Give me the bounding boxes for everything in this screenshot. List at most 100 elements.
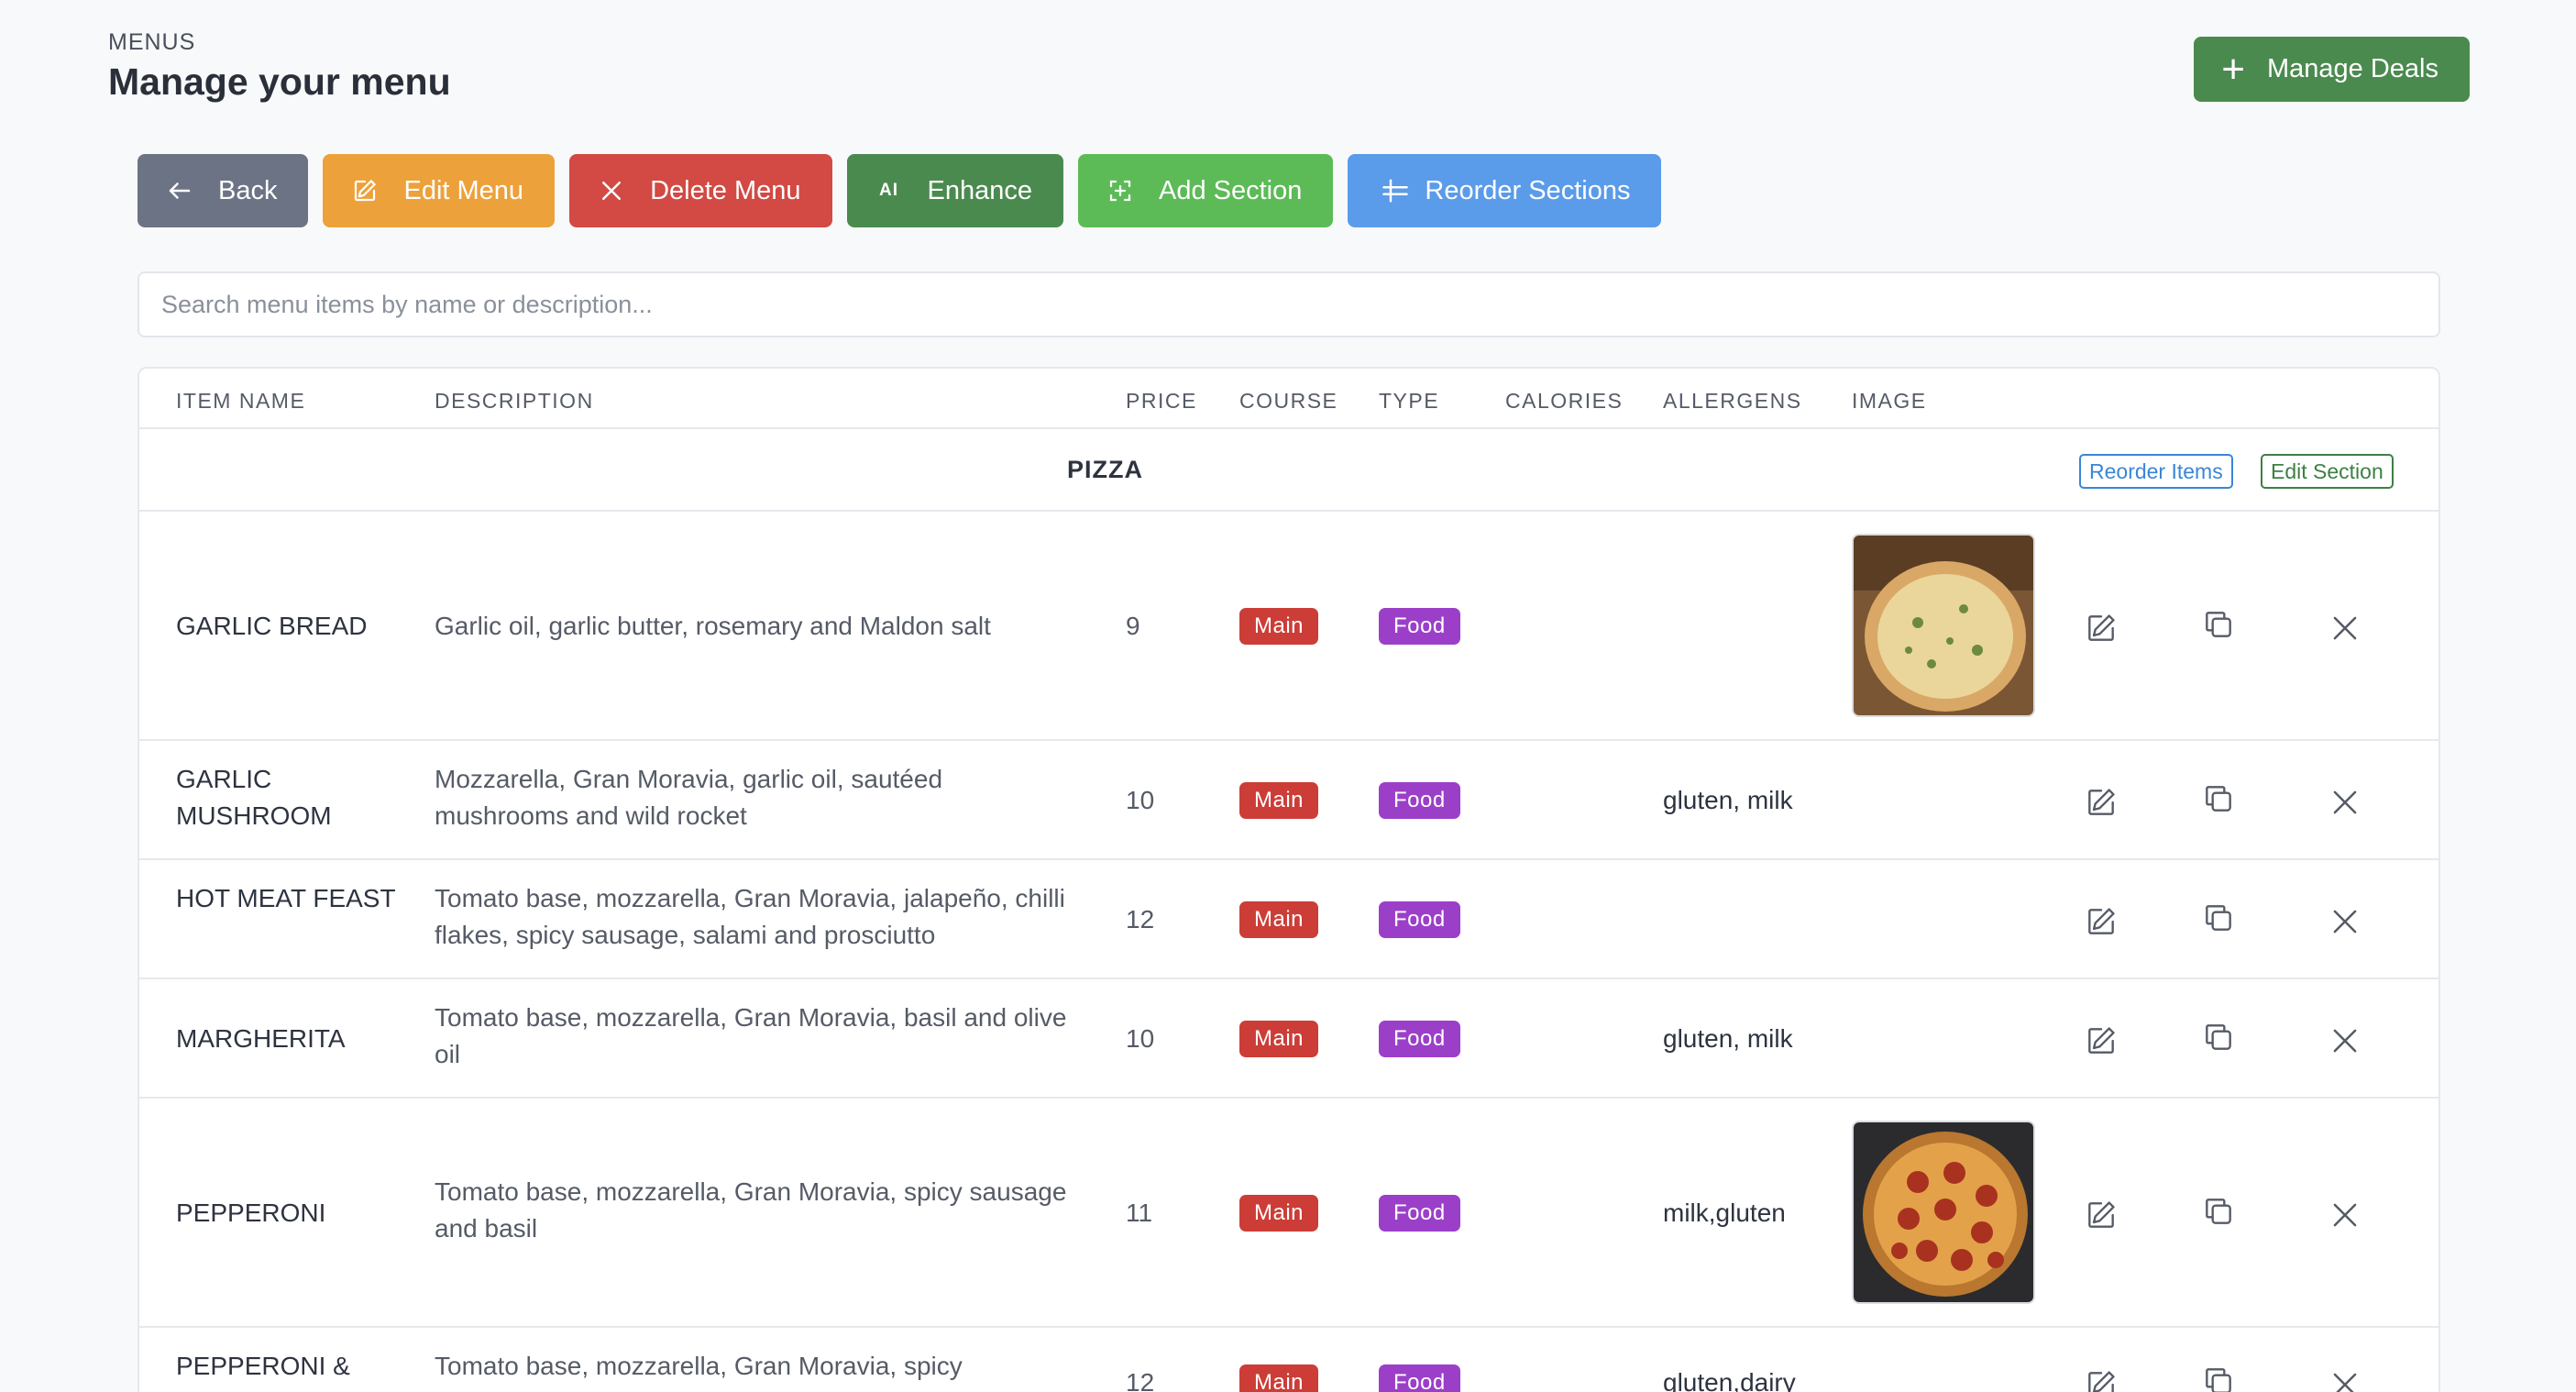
table-row[interactable]: HOT MEAT FEAST Tomato base, mozzarella, … [139,860,2438,979]
item-name: PEPPERONI & [176,1352,350,1380]
column-header-course: COURSE [1239,389,1338,413]
course-badge: Main [1239,1364,1319,1392]
section-header-row: PIZZA Reorder Items Edit Section [139,429,2438,512]
edit-section-button[interactable]: Edit Section [2261,454,2394,489]
duplicate-item-icon[interactable] [2200,780,2237,817]
plus-icon: + [2221,46,2245,92]
item-allergens: gluten, milk [1663,786,1793,814]
item-price: 9 [1126,612,1140,640]
course-badge: Main [1239,1021,1319,1057]
reorder-sections-button[interactable]: Reorder Sections [1348,154,1662,227]
item-description: Garlic oil, garlic butter, rosemary and … [435,612,991,640]
search-input[interactable] [138,271,2440,337]
item-description: Tomato base, mozzarella, Gran Moravia, s… [435,1177,1067,1243]
duplicate-item-icon[interactable] [2200,900,2237,936]
delete-menu-label: Delete Menu [650,175,801,205]
item-price: 12 [1126,1368,1155,1392]
column-header-description: DESCRIPTION [435,389,594,413]
add-section-icon [1106,176,1135,205]
enhance-button[interactable]: AI Enhance [846,154,1063,227]
delete-item-icon[interactable] [2327,784,2363,821]
item-description: Tomato base, mozzarella, Gran Moravia, j… [435,884,1065,949]
delete-menu-button[interactable]: Delete Menu [569,154,832,227]
item-price: 12 [1126,905,1155,934]
pepperoni-image [1852,1121,2035,1304]
table-row[interactable]: MARGHERITA Tomato base, mozzarella, Gran… [139,979,2438,1099]
pencil-square-icon [350,176,380,205]
page-eyebrow: MENUS [108,29,196,55]
edit-item-icon[interactable] [2083,1197,2119,1233]
table-row[interactable]: PEPPERONI Tomato base, mozzarella, Gran … [139,1099,2438,1328]
back-label: Back [218,175,278,205]
column-header-calories: CALORIES [1505,389,1624,413]
item-allergens: gluten, milk [1663,1024,1793,1053]
delete-item-icon[interactable] [2327,1366,2363,1392]
item-name: PEPPERONI [176,1199,326,1227]
edit-item-icon[interactable] [2083,610,2119,646]
add-section-label: Add Section [1159,175,1303,205]
item-price: 10 [1126,786,1155,814]
page-title: Manage your menu [108,61,451,103]
delete-item-icon[interactable] [2327,610,2363,646]
table-header: ITEM NAME DESCRIPTION PRICE COURSE TYPE … [139,369,2438,429]
column-header-allergens: ALLERGENS [1663,389,1802,413]
reorder-sections-label: Reorder Sections [1425,175,1631,205]
type-badge: Food [1379,1021,1460,1057]
type-badge: Food [1379,608,1460,645]
edit-item-icon[interactable] [2083,1366,2119,1392]
reorder-items-button[interactable]: Reorder Items [2079,454,2233,489]
course-badge: Main [1239,608,1319,645]
delete-item-icon[interactable] [2327,903,2363,940]
column-header-price: PRICE [1126,389,1197,413]
column-header-item-name: ITEM NAME [176,389,306,413]
section-name: PIZZA [1067,456,1143,483]
table-row[interactable]: PEPPERONI & Tomato base, mozzarella, Gra… [139,1328,2438,1392]
duplicate-item-icon[interactable] [2200,1363,2237,1392]
table-row[interactable]: GARLIC BREAD Garlic oil, garlic butter, … [139,512,2438,741]
item-name: MARGHERITA [176,1024,346,1053]
item-description: Tomato base, mozzarella, Gran Moravia, s… [435,1352,963,1380]
item-name: HOT MEAT FEAST [176,884,396,912]
arrow-left-icon [165,176,194,205]
garlic-bread-image [1852,534,2035,717]
type-badge: Food [1379,1195,1460,1232]
item-price: 11 [1126,1199,1153,1227]
item-allergens: gluten,dairy [1663,1368,1796,1392]
type-badge: Food [1379,782,1460,819]
course-badge: Main [1239,782,1319,819]
manage-deals-label: Manage Deals [2267,54,2438,83]
back-button[interactable]: Back [138,154,309,227]
reorder-icon [1381,176,1410,205]
column-header-type: TYPE [1379,389,1440,413]
edit-item-icon[interactable] [2083,903,2119,940]
add-section-button[interactable]: Add Section [1078,154,1334,227]
edit-item-icon[interactable] [2083,784,2119,821]
course-badge: Main [1239,901,1319,938]
edit-item-icon[interactable] [2083,1022,2119,1059]
item-allergens: milk,gluten [1663,1199,1786,1227]
item-name: GARLIC MUSHROOM [176,765,332,830]
type-badge: Food [1379,1364,1460,1392]
delete-item-icon[interactable] [2327,1197,2363,1233]
menu-items-table: ITEM NAME DESCRIPTION PRICE COURSE TYPE … [138,367,2440,1392]
menu-toolbar: Back Edit Menu Delete Menu AI Enhance Ad… [138,154,1662,227]
manage-deals-button[interactable]: + Manage Deals [2194,37,2470,102]
delete-item-icon[interactable] [2327,1022,2363,1059]
duplicate-item-icon[interactable] [2200,606,2237,643]
table-row[interactable]: GARLIC MUSHROOM Mozzarella, Gran Moravia… [139,741,2438,860]
edit-menu-button[interactable]: Edit Menu [323,154,556,227]
menu-manager-page: MENUS Manage your menu + Manage Deals Ba… [0,0,2576,1392]
item-description: Tomato base, mozzarella, Gran Moravia, b… [435,1003,1067,1068]
item-price: 10 [1126,1024,1155,1053]
item-description: Mozzarella, Gran Moravia, garlic oil, sa… [435,765,943,830]
edit-menu-label: Edit Menu [403,175,524,205]
duplicate-item-icon[interactable] [2200,1019,2237,1055]
enhance-label: Enhance [927,175,1033,205]
item-name: GARLIC BREAD [176,612,368,640]
column-header-image: IMAGE [1852,389,1927,413]
ai-icon: AI [879,181,898,200]
type-badge: Food [1379,901,1460,938]
duplicate-item-icon[interactable] [2200,1193,2237,1230]
course-badge: Main [1239,1195,1319,1232]
close-icon [597,176,626,205]
